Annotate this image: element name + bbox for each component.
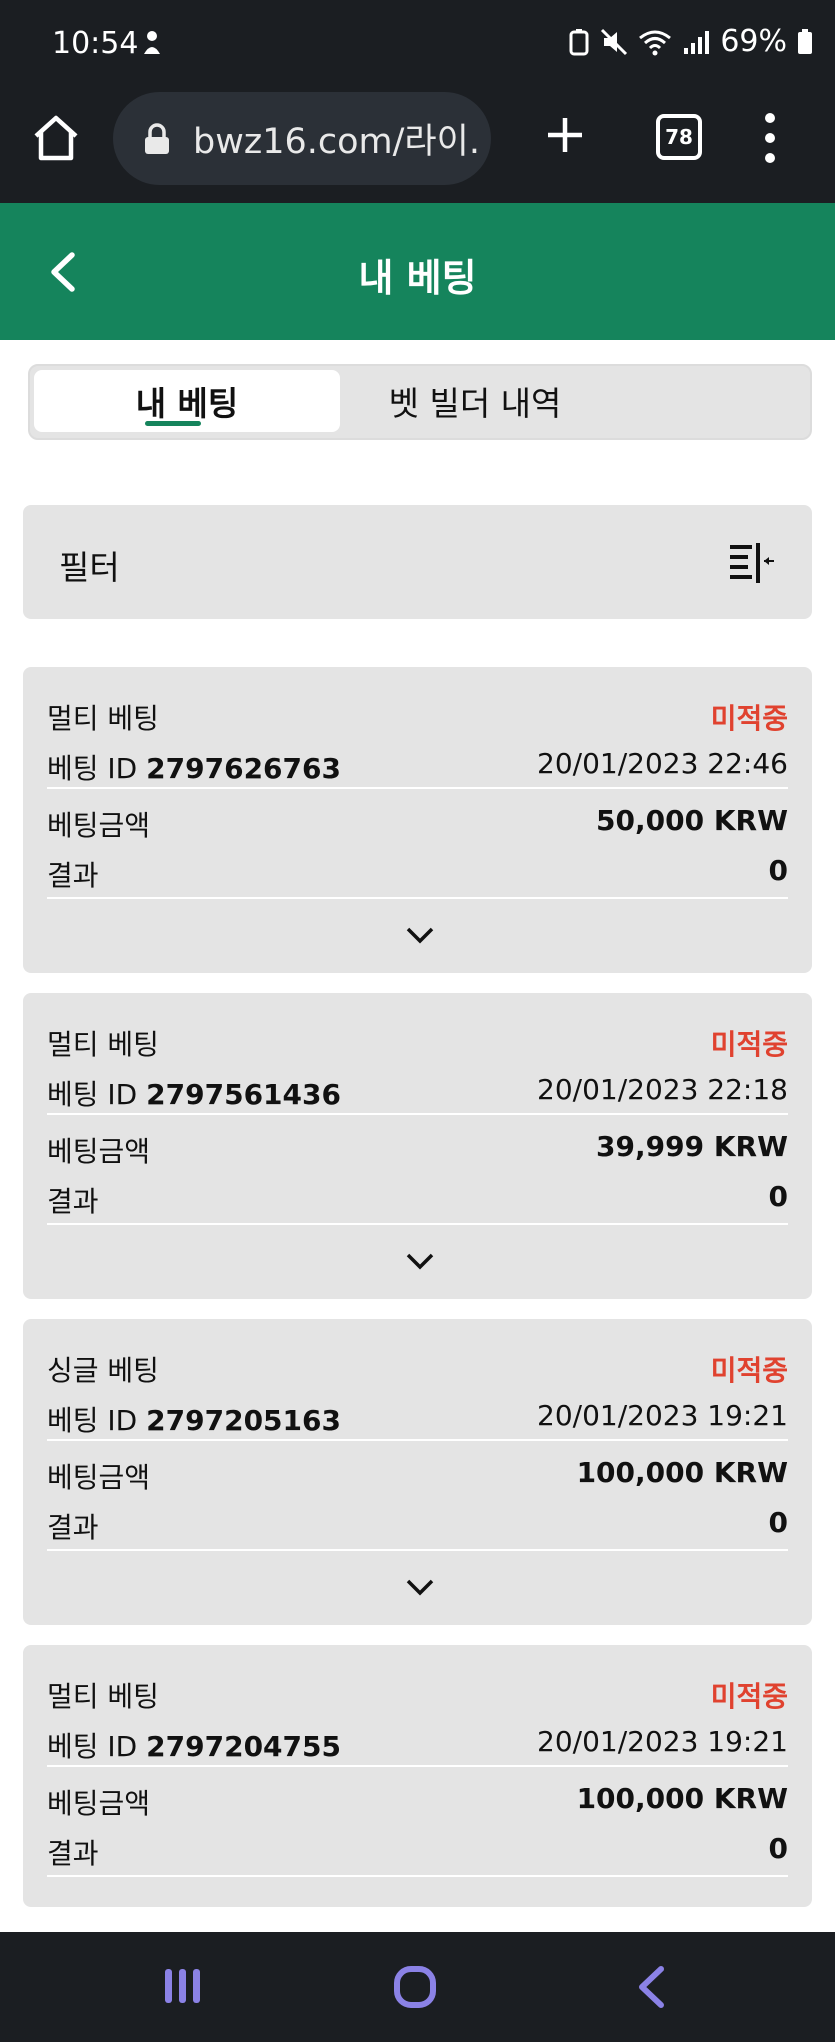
battery-percent: 69% bbox=[720, 24, 787, 59]
tab-bet-builder-history-label: 벳 빌더 내역 bbox=[388, 384, 562, 423]
bet-amount-label: 베팅금액 bbox=[47, 1461, 151, 1494]
home-button-icon[interactable] bbox=[393, 1965, 437, 2009]
back-icon[interactable] bbox=[634, 1964, 668, 2010]
divider bbox=[47, 897, 788, 899]
bet-amount: 39,999 KRW bbox=[596, 1130, 788, 1163]
bet-type: 멀티 베팅 bbox=[47, 702, 159, 735]
bet-id-label: 베팅 ID bbox=[47, 1404, 138, 1437]
battery-saver-icon bbox=[569, 28, 589, 55]
address-bar[interactable]: bwz16.com/라이. bbox=[113, 92, 491, 185]
url-text: bwz16.com/라이. bbox=[193, 122, 480, 162]
divider bbox=[47, 1875, 788, 1877]
divider bbox=[47, 1549, 788, 1551]
bet-amount-label: 베팅금액 bbox=[47, 1787, 151, 1820]
tab-switcher-button[interactable]: 78 bbox=[656, 114, 702, 160]
more-options-icon[interactable] bbox=[760, 110, 780, 166]
bet-amount: 50,000 KRW bbox=[596, 804, 788, 837]
bet-status: 미적중 bbox=[710, 702, 788, 735]
new-tab-icon[interactable] bbox=[540, 110, 590, 160]
bet-result: 0 bbox=[768, 854, 788, 887]
bet-result: 0 bbox=[768, 1506, 788, 1539]
bet-amount: 100,000 KRW bbox=[576, 1782, 788, 1815]
bet-result-label: 결과 bbox=[47, 1185, 99, 1218]
divider bbox=[47, 787, 788, 789]
bet-datetime: 20/01/2023 22:46 bbox=[537, 747, 788, 780]
bet-card: 멀티 베팅 미적중 베팅 ID 2797626763 20/01/2023 22:4… bbox=[23, 667, 812, 973]
bet-amount-label: 베팅금액 bbox=[47, 1135, 151, 1168]
bet-id-label: 베팅 ID bbox=[47, 752, 138, 785]
bet-status: 미적중 bbox=[710, 1680, 788, 1713]
bet-id: 2797205163 bbox=[146, 1404, 341, 1437]
bet-status: 미적중 bbox=[710, 1028, 788, 1061]
bet-result-label: 결과 bbox=[47, 859, 99, 892]
filter-icon[interactable] bbox=[728, 541, 776, 585]
bet-result: 0 bbox=[768, 1180, 788, 1213]
divider bbox=[47, 1765, 788, 1767]
browser-toolbar: bwz16.com/라이. 78 bbox=[0, 90, 835, 203]
bet-id: 2797561436 bbox=[146, 1078, 341, 1111]
bet-datetime: 20/01/2023 19:21 bbox=[537, 1399, 788, 1432]
chevron-down-icon[interactable] bbox=[405, 1251, 435, 1271]
status-bar: 10:54 69% bbox=[0, 0, 835, 90]
bet-type: 멀티 베팅 bbox=[47, 1028, 159, 1061]
signal-icon bbox=[684, 30, 710, 54]
bet-datetime: 20/01/2023 22:18 bbox=[537, 1073, 788, 1106]
bet-id: 2797204755 bbox=[146, 1730, 341, 1763]
wifi-icon bbox=[639, 30, 672, 55]
divider bbox=[47, 1113, 788, 1115]
recent-apps-icon[interactable] bbox=[162, 1966, 204, 2006]
system-nav-bar bbox=[0, 1932, 835, 2042]
page-title: 내 베팅 bbox=[358, 256, 477, 300]
bet-type: 싱글 베팅 bbox=[47, 1354, 159, 1387]
bet-id-label: 베팅 ID bbox=[47, 1730, 138, 1763]
battery-icon bbox=[798, 28, 812, 54]
bet-card: 멀티 베팅 미적중 베팅 ID 2797204755 20/01/2023 19:2… bbox=[23, 1645, 812, 1907]
bet-id: 2797626763 bbox=[146, 752, 341, 785]
bet-tabs: 내 베팅 벳 빌더 내역 bbox=[28, 364, 812, 440]
active-tab-indicator bbox=[145, 421, 201, 426]
divider bbox=[47, 1223, 788, 1225]
bet-id-label: 베팅 ID bbox=[47, 1078, 138, 1111]
notification-icon bbox=[144, 31, 160, 54]
bet-card: 싱글 베팅 미적중 베팅 ID 2797205163 20/01/2023 19:2… bbox=[23, 1319, 812, 1625]
status-time: 10:54 bbox=[52, 26, 139, 61]
divider bbox=[47, 1439, 788, 1441]
tab-count: 78 bbox=[665, 125, 693, 149]
status-icons: 69% bbox=[568, 24, 813, 59]
chevron-down-icon[interactable] bbox=[405, 925, 435, 945]
bet-amount-label: 베팅금액 bbox=[47, 809, 151, 842]
bet-amount: 100,000 KRW bbox=[576, 1456, 788, 1489]
bet-result-label: 결과 bbox=[47, 1837, 99, 1870]
mute-icon bbox=[601, 28, 628, 55]
tab-my-bets-label: 내 베팅 bbox=[135, 384, 239, 423]
tab-my-bets[interactable]: 내 베팅 bbox=[34, 370, 340, 432]
bet-result: 0 bbox=[768, 1832, 788, 1865]
filter-bar[interactable]: 필터 bbox=[23, 505, 812, 619]
page-header: 내 베팅 bbox=[0, 203, 835, 340]
filter-label: 필터 bbox=[59, 548, 120, 587]
bet-datetime: 20/01/2023 19:21 bbox=[537, 1725, 788, 1758]
bet-result-label: 결과 bbox=[47, 1511, 99, 1544]
bet-card: 멀티 베팅 미적중 베팅 ID 2797561436 20/01/2023 22:1… bbox=[23, 993, 812, 1299]
bet-status: 미적중 bbox=[710, 1354, 788, 1387]
bet-type: 멀티 베팅 bbox=[47, 1680, 159, 1713]
lock-icon bbox=[145, 122, 169, 154]
home-icon[interactable] bbox=[30, 112, 82, 164]
chevron-down-icon[interactable] bbox=[405, 1577, 435, 1597]
tab-bet-builder-history[interactable]: 벳 빌더 내역 bbox=[340, 370, 610, 432]
